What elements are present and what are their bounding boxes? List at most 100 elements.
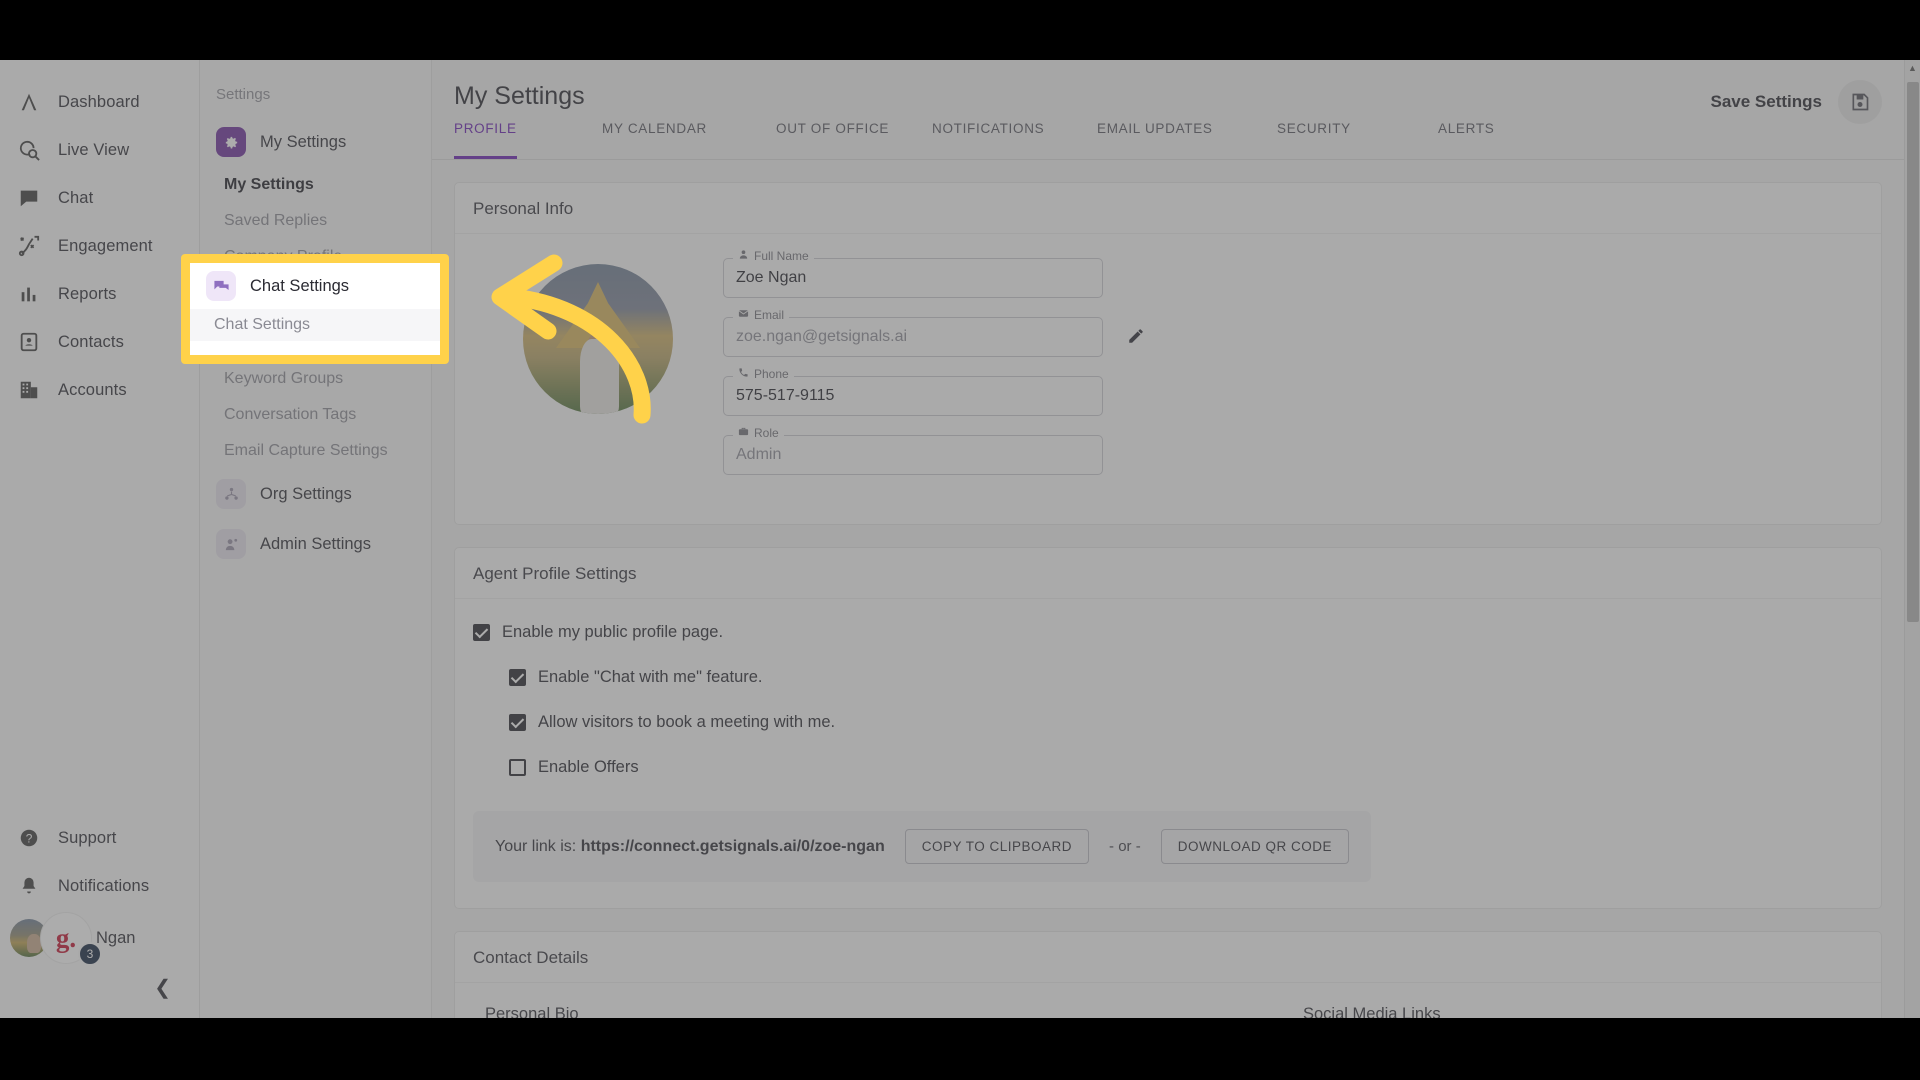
settings-group-my-settings[interactable]: My Settings [200,117,431,167]
tab-email-updates[interactable]: EMAIL UPDATES [1097,117,1213,159]
checkbox-label: Enable Offers [538,758,639,776]
sidebar-item-label: Notifications [58,876,150,895]
sidebar-item-label: Live View [58,140,130,159]
sidebar-item-live-view[interactable]: Live View [0,126,199,174]
checkbox-enable-public-profile[interactable]: Enable my public profile page. [473,623,1863,642]
user-name: Ngan [96,928,136,947]
settings-tabs: PROFILE MY CALENDAR OUT OF OFFICE NOTIFI… [432,118,1920,160]
sidebar-item-engagement[interactable]: Engagement [0,222,199,270]
question-circle-icon: ? [14,823,44,853]
main-scrollbar[interactable]: ▲ [1904,60,1920,1018]
subpanel-item-saved-replies[interactable]: Saved Replies [200,203,431,239]
tab-out-of-office[interactable]: OUT OF OFFICE [776,117,889,159]
sidebar-item-support[interactable]: ? Support [0,814,199,862]
sidebar-item-label: Accounts [58,380,127,399]
subpanel-item-keyword-groups[interactable]: Keyword Groups [200,361,431,397]
scrollbar-thumb[interactable] [1907,82,1919,622]
collapse-sidebar-button[interactable]: ❮ [0,966,199,1010]
checkbox-icon[interactable] [509,759,526,776]
download-qr-code-button[interactable]: DOWNLOAD QR CODE [1160,829,1349,864]
contact-card-icon [14,327,44,357]
settings-subpanel: Settings My Settings My Settings Saved R… [200,60,432,1018]
full-name-value: Zoe Ngan [736,269,807,286]
role-value: Admin [736,446,782,463]
contact-details-card: Contact Details Personal Bio Social Medi… [454,931,1882,1018]
settings-group-chat-settings-highlighted[interactable]: Chat Settings [190,263,440,309]
phone-label-wrap: Phone [733,367,794,381]
sidebar-item-label: Chat [58,188,94,207]
profile-link-bar: Your link is: https://connect.getsignals… [473,811,1371,882]
phone-field-wrap: Phone 575-517-9115 [723,367,1103,416]
contact-details-title: Contact Details [455,932,1881,983]
checkbox-allow-book-meeting[interactable]: Allow visitors to book a meeting with me… [509,713,1863,732]
rail-secondary-nav: ? Support Notifications Ngan g. 3 ❮ [0,814,199,1018]
logo-a-icon [14,87,44,117]
checkbox-icon[interactable] [509,714,526,731]
email-input[interactable]: zoe.ngan@getsignals.ai [723,317,1103,357]
chevron-left-icon: ❮ [154,977,171,999]
sidebar-item-accounts[interactable]: Accounts [0,366,199,414]
subpanel-item-chat-settings-highlighted[interactable]: Chat Settings [190,309,440,341]
settings-group-org-settings[interactable]: Org Settings [200,469,431,519]
tab-my-calendar[interactable]: MY CALENDAR [602,117,707,159]
sidebar-item-contacts[interactable]: Contacts [0,318,199,366]
settings-group-label: Chat Settings [250,276,350,295]
checkbox-label: Enable my public profile page. [502,623,724,641]
sidebar-item-notifications[interactable]: Notifications [0,862,199,910]
engagement-flow-icon [14,231,44,261]
email-field-wrap: Email zoe.ngan@getsignals.ai [723,308,1143,357]
checkbox-icon[interactable] [509,669,526,686]
photo-person-shape [580,339,619,414]
sidebar-item-label: Dashboard [58,92,140,111]
subpanel-item-my-settings[interactable]: My Settings [200,167,431,203]
checkbox-label: Allow visitors to book a meeting with me… [538,713,836,731]
sidebar-item-chat[interactable]: Chat [0,174,199,222]
full-name-input[interactable]: Zoe Ngan [723,258,1103,298]
personal-info-title: Personal Info [455,183,1881,234]
agent-profile-card: Agent Profile Settings Enable my public … [454,547,1882,909]
highlighted-chat-settings[interactable]: Chat Settings Chat Settings [190,263,440,355]
sidebar-item-label: Engagement [58,236,153,255]
subpanel-title: Settings [216,86,271,103]
sidebar-item-reports[interactable]: Reports [0,270,199,318]
settings-group-admin-settings[interactable]: Admin Settings [200,519,431,569]
role-input[interactable]: Admin [723,435,1103,475]
profile-photo-column [473,258,723,494]
main-content: My Settings Save Settings PROFILE MY CAL… [432,60,1920,1018]
tab-alerts[interactable]: ALERTS [1438,117,1494,159]
bar-chart-icon [14,279,44,309]
checkbox-enable-chat-with-me[interactable]: Enable "Chat with me" feature. [509,668,1863,687]
sidebar-item-dashboard[interactable]: Dashboard [0,78,199,126]
subpanel-item-email-capture-settings[interactable]: Email Capture Settings [200,433,431,469]
phone-input[interactable]: 575-517-9115 [723,376,1103,416]
user-profile-row[interactable]: Ngan g. 3 [0,910,199,966]
personal-info-card: Personal Info Full Name Zoe Ngan Email z… [454,182,1882,525]
tab-profile[interactable]: PROFILE [454,117,517,159]
checkbox-icon[interactable] [473,624,490,641]
profile-photo[interactable] [523,264,673,414]
personal-bio-label: Personal Bio [485,1005,579,1018]
page-title: My Settings [454,82,585,110]
tab-notifications[interactable]: NOTIFICATIONS [932,117,1044,159]
building-icon [14,375,44,405]
scroll-up-arrow[interactable]: ▲ [1905,60,1920,76]
tab-security[interactable]: SECURITY [1277,117,1351,159]
checkbox-enable-offers[interactable]: Enable Offers [509,758,1863,777]
email-label: Email [754,308,785,322]
subpanel-item-conversation-tags[interactable]: Conversation Tags [200,397,431,433]
profile-link-url[interactable]: https://connect.getsignals.ai/0/zoe-ngan [581,838,885,855]
personal-info-fields: Full Name Zoe Ngan Email zoe.ngan@getsig… [723,249,1143,494]
phone-icon [738,367,749,381]
main-header: My Settings Save Settings PROFILE MY CAL… [432,60,1920,160]
or-separator: - or - [1109,838,1141,855]
email-value: zoe.ngan@getsignals.ai [736,328,908,345]
phone-label: Phone [754,367,789,381]
pencil-icon[interactable] [1127,327,1149,349]
agent-profile-title: Agent Profile Settings [455,548,1881,599]
copy-to-clipboard-button[interactable]: COPY TO CLIPBOARD [904,829,1090,864]
role-label-wrap: Role [733,426,784,440]
chat-bubble-icon [14,183,44,213]
phone-value: 575-517-9115 [736,387,835,404]
save-settings-label: Save Settings [1710,92,1823,111]
sidebar-item-label: Support [58,828,117,847]
